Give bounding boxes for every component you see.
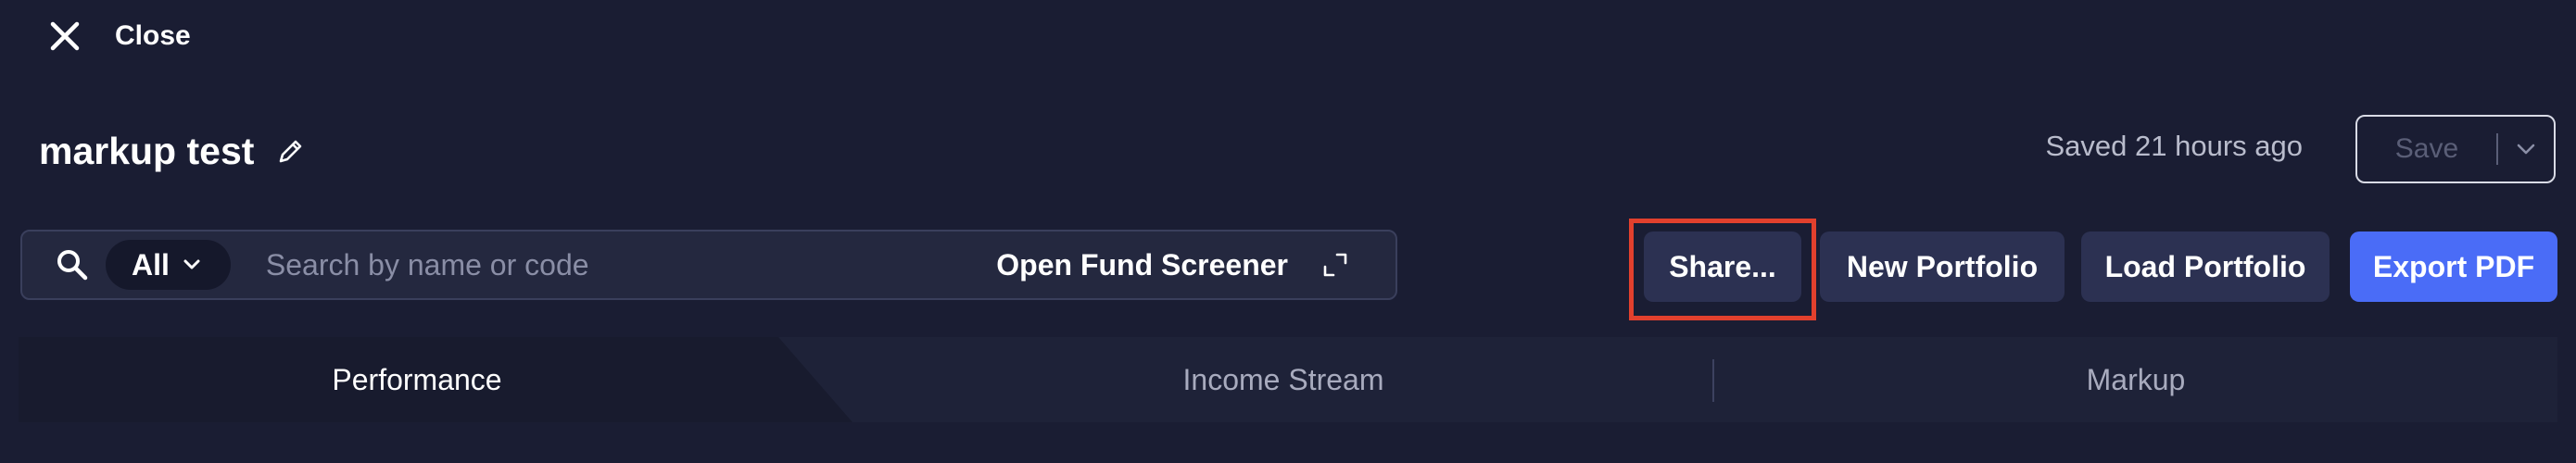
saved-status: Saved 21 hours ago [2045,130,2304,162]
fund-search-bar: All Open Fund Screener [20,230,1397,300]
new-portfolio-button[interactable]: New Portfolio [1820,232,2065,302]
open-screener-label: Open Fund Screener [996,247,1288,282]
export-pdf-button[interactable]: Export PDF [2350,232,2557,302]
close-label: Close [115,20,191,51]
close-button[interactable]: Close [41,13,191,59]
share-button[interactable]: Share... [1644,232,1801,302]
page-title: markup test [39,129,255,172]
save-options-dropdown[interactable] [2498,117,2554,181]
load-portfolio-button[interactable]: Load Portfolio [2081,232,2330,302]
save-button[interactable]: Save [2357,117,2496,181]
search-icon [52,244,93,285]
chevron-down-icon [2517,144,2535,155]
filter-label: All [132,247,170,282]
portfolio-editor: Close markup test Saved 21 hours ago Sav… [0,0,2576,463]
pencil-icon[interactable] [272,132,309,169]
search-filter-dropdown[interactable]: All [106,240,231,290]
tab-performance[interactable]: Performance [19,337,815,422]
title-area: markup test [39,120,309,181]
open-fund-screener-link[interactable]: Open Fund Screener [996,232,1349,298]
tab-income-stream[interactable]: Income Stream [862,337,1705,422]
tab-bar: Performance Income Stream Markup [19,337,2557,422]
close-icon [41,13,89,59]
tab-markup[interactable]: Markup [1714,337,2557,422]
save-split-button: Save [2355,115,2556,183]
search-input[interactable] [265,240,970,290]
chevron-down-icon [183,259,200,269]
expand-icon [1321,251,1349,279]
